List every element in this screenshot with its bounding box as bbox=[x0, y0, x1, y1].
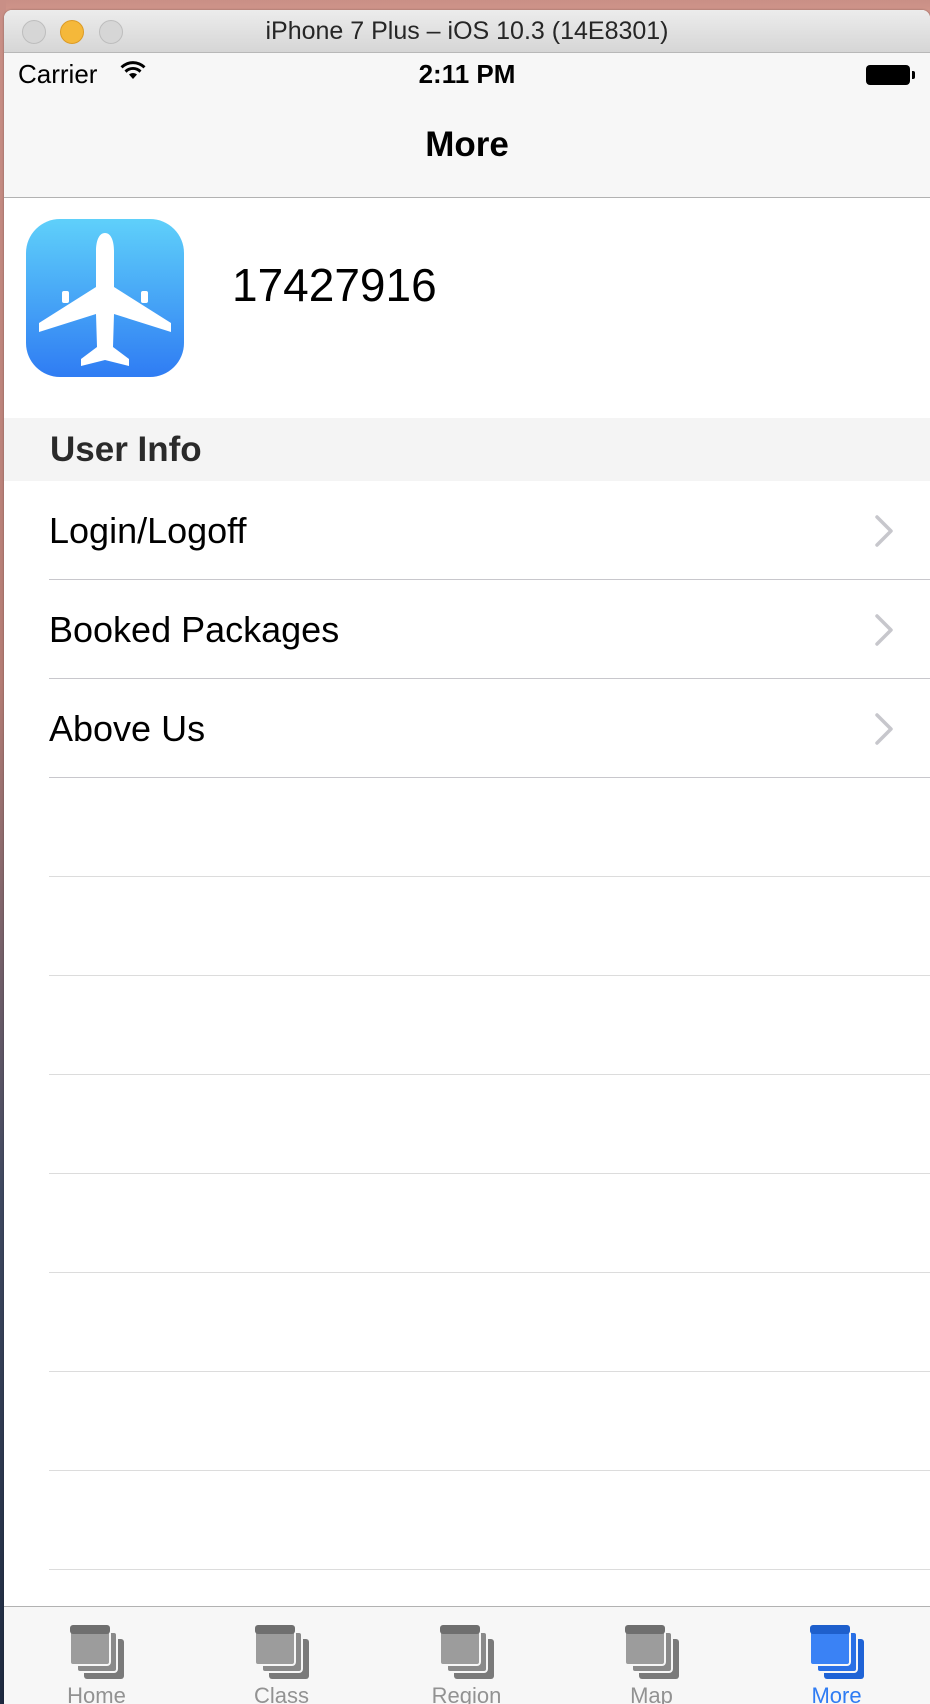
tab-region[interactable]: Region bbox=[374, 1607, 559, 1704]
tab-stack-icon bbox=[439, 1624, 494, 1679]
empty-row bbox=[49, 1075, 930, 1174]
row-label: Above Us bbox=[49, 708, 206, 749]
empty-row bbox=[49, 1174, 930, 1273]
battery-icon bbox=[866, 65, 915, 85]
window-title: iPhone 7 Plus – iOS 10.3 (14E8301) bbox=[265, 17, 669, 45]
tab-label: Region bbox=[431, 1683, 502, 1704]
empty-row bbox=[49, 778, 930, 877]
airplane-icon bbox=[26, 219, 184, 377]
tab-map[interactable]: Map bbox=[559, 1607, 744, 1704]
tab-bar: Home Class Region Map More bbox=[4, 1606, 930, 1704]
chevron-right-icon bbox=[875, 614, 893, 646]
row-login-logoff[interactable]: Login/Logoff bbox=[49, 481, 930, 580]
tab-label: Home bbox=[67, 1683, 126, 1704]
tab-label: Class bbox=[253, 1683, 309, 1704]
empty-row bbox=[49, 976, 930, 1075]
status-bar: Carrier 2:11 PM bbox=[4, 53, 930, 93]
tab-label: More bbox=[811, 1683, 862, 1704]
phone-screen: Carrier 2:11 PM More 17427916 User Info … bbox=[4, 53, 930, 1704]
account-id: 17427916 bbox=[232, 259, 437, 311]
row-booked-packages[interactable]: Booked Packages bbox=[49, 580, 930, 679]
empty-row bbox=[49, 877, 930, 976]
simulator-window: iPhone 7 Plus – iOS 10.3 (14E8301) Carri… bbox=[4, 10, 930, 1704]
empty-row bbox=[49, 1372, 930, 1471]
tab-more[interactable]: More bbox=[744, 1607, 929, 1704]
chevron-right-icon bbox=[875, 515, 893, 547]
empty-row bbox=[49, 1273, 930, 1372]
tab-home[interactable]: Home bbox=[4, 1607, 189, 1704]
row-above-us[interactable]: Above Us bbox=[49, 679, 930, 778]
empty-row bbox=[49, 1471, 930, 1570]
tab-class[interactable]: Class bbox=[189, 1607, 374, 1704]
tab-label: Map bbox=[630, 1683, 673, 1704]
page-title: More bbox=[425, 125, 509, 164]
tab-stack-icon bbox=[254, 1624, 309, 1679]
tab-stack-icon bbox=[69, 1624, 124, 1679]
window-titlebar[interactable]: iPhone 7 Plus – iOS 10.3 (14E8301) bbox=[4, 10, 930, 53]
navigation-bar: More bbox=[4, 93, 930, 198]
section-header: User Info bbox=[4, 418, 930, 481]
row-label: Login/Logoff bbox=[49, 510, 247, 551]
menu-table: Login/Logoff Booked Packages Above Us bbox=[4, 481, 930, 1570]
chevron-right-icon bbox=[875, 713, 893, 745]
section-title: User Info bbox=[50, 430, 202, 469]
row-label: Booked Packages bbox=[49, 609, 340, 650]
profile-header: 17427916 bbox=[4, 198, 930, 418]
status-time: 2:11 PM bbox=[418, 59, 516, 89]
tab-stack-icon bbox=[624, 1624, 679, 1679]
tab-stack-icon bbox=[809, 1624, 864, 1679]
